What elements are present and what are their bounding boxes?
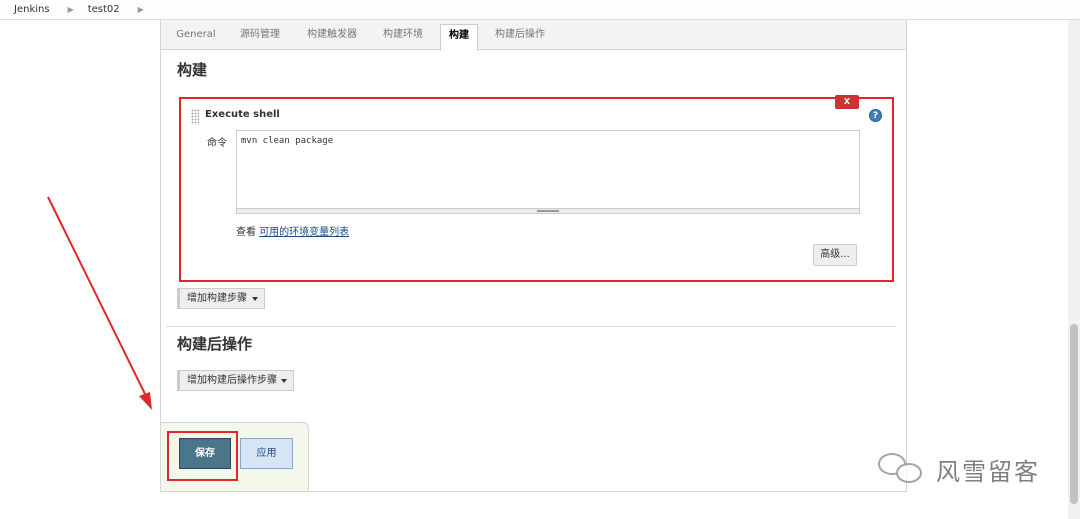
watermark: 风雪留客 — [878, 452, 1040, 487]
watermark-text: 风雪留客 — [936, 458, 1040, 486]
arrow-line — [47, 196, 149, 401]
annotation-arrow — [47, 196, 152, 410]
arrow-head — [139, 392, 152, 410]
wechat-bubble-right — [896, 462, 922, 483]
wechat-icon — [878, 452, 928, 487]
